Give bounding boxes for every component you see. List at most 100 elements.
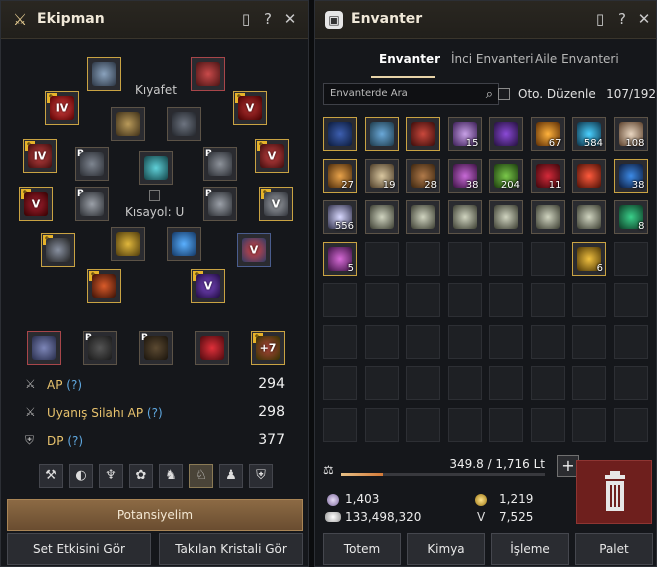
inventory-item-r1c2[interactable]: [364, 117, 399, 151]
empty-inventory-slot[interactable]: [489, 241, 523, 276]
awakening-weapon-slot[interactable]: ✎: [41, 233, 75, 267]
inventory-item-r4c7[interactable]: 6: [572, 241, 606, 276]
document-icon[interactable]: ▯: [591, 10, 609, 28]
empty-inventory-slot[interactable]: [447, 241, 482, 276]
flag-slot[interactable]: [195, 331, 229, 365]
preset-horns-icon[interactable]: ♆: [99, 464, 123, 488]
inventory-item-r3c2[interactable]: [364, 200, 399, 234]
empty-inventory-slot[interactable]: [489, 283, 523, 317]
inventory-item-r3c7[interactable]: [572, 200, 606, 234]
empty-inventory-slot[interactable]: [489, 324, 523, 359]
empty-inventory-slot[interactable]: [447, 407, 482, 442]
empty-inventory-slot[interactable]: [406, 324, 440, 359]
empty-inventory-slot[interactable]: [530, 241, 565, 276]
auto-sort-checkbox[interactable]: [498, 88, 510, 100]
inventory-titlebar[interactable]: ▣ Envanter ▯ ? ✕: [315, 1, 656, 39]
inventory-item-r1c7[interactable]: 584: [572, 117, 606, 151]
empty-inventory-slot[interactable]: [406, 407, 440, 442]
preset-horse-active-icon[interactable]: ♘: [189, 464, 213, 488]
crystal-button[interactable]: Takılan Kristali Gör: [159, 533, 303, 565]
belt-slot[interactable]: ✎V: [255, 139, 289, 173]
empty-inventory-slot[interactable]: [489, 366, 523, 400]
close-icon[interactable]: ✕: [635, 10, 653, 28]
armor-slot[interactable]: [167, 107, 201, 141]
empty-inventory-slot[interactable]: [613, 283, 648, 317]
alchemy-button[interactable]: Kimya: [407, 533, 485, 565]
inventory-item-r2c8[interactable]: 38: [613, 158, 648, 193]
empty-inventory-slot[interactable]: [613, 324, 648, 359]
costume-helmet-slot[interactable]: [87, 57, 121, 91]
inventory-item-r2c5[interactable]: 204: [489, 158, 523, 193]
inventory-item-r3c3[interactable]: [406, 200, 440, 234]
ring-slot-2[interactable]: ✎V: [259, 187, 293, 221]
empty-inventory-slot[interactable]: [323, 366, 357, 400]
empty-inventory-slot[interactable]: [406, 241, 440, 276]
inventory-item-r1c1[interactable]: [323, 117, 357, 151]
empty-inventory-slot[interactable]: [364, 366, 399, 400]
preset-person-icon[interactable]: ♟: [219, 464, 243, 488]
trash-button[interactable]: [576, 460, 652, 524]
empty-inventory-slot[interactable]: [364, 241, 399, 276]
pet-slot[interactable]: [27, 331, 61, 365]
empty-inventory-slot[interactable]: [489, 407, 523, 442]
inventory-item-r2c3[interactable]: 28: [406, 158, 440, 193]
inventory-item-r3c5[interactable]: [489, 200, 523, 234]
artifact-slot[interactable]: ✎V: [191, 269, 225, 303]
empty-inventory-slot[interactable]: [572, 283, 606, 317]
search-icon[interactable]: ⌕: [486, 85, 493, 105]
empty-inventory-slot[interactable]: [364, 283, 399, 317]
inventory-item-r3c8[interactable]: 8: [613, 200, 648, 234]
helmet-slot[interactable]: [111, 107, 145, 141]
empty-inventory-slot[interactable]: [572, 366, 606, 400]
tab-pearl-inventory[interactable]: İnci Envanteri: [451, 52, 534, 66]
inventory-search-input[interactable]: Envanterde Ara ⌕: [323, 83, 499, 105]
preset-paw-icon[interactable]: ✿: [129, 464, 153, 488]
empty-inventory-slot[interactable]: [323, 283, 357, 317]
earring-slot-1[interactable]: ✎IV: [45, 91, 79, 125]
processing-button[interactable]: İşleme: [491, 533, 569, 565]
inventory-item-r4c1[interactable]: 5: [323, 241, 357, 276]
help-button[interactable]: ?: [259, 10, 277, 28]
empty-inventory-slot[interactable]: [613, 407, 648, 442]
dp-help-icon[interactable]: (?): [67, 434, 83, 448]
palette-button[interactable]: Palet: [575, 533, 653, 565]
preset-mask-icon[interactable]: ◐: [69, 464, 93, 488]
lantern-slot[interactable]: ✎: [87, 269, 121, 303]
preset-hammer-icon[interactable]: ⚒: [39, 464, 63, 488]
help-button[interactable]: ?: [613, 10, 631, 28]
empty-inventory-slot[interactable]: [572, 324, 606, 359]
empty-inventory-slot[interactable]: [530, 366, 565, 400]
shoes-slot[interactable]: P: [203, 147, 237, 181]
inventory-item-r2c2[interactable]: 19: [364, 158, 399, 193]
awakening-ap-help-icon[interactable]: (?): [147, 406, 163, 420]
inventory-item-r1c8[interactable]: 108: [613, 117, 648, 151]
potential-button[interactable]: Potansiyelim: [7, 499, 303, 531]
set-effect-button[interactable]: Set Etkisini Gör: [7, 533, 151, 565]
empty-inventory-slot[interactable]: [364, 324, 399, 359]
tab-family-inventory[interactable]: Aile Envanteri: [535, 52, 619, 66]
empty-inventory-slot[interactable]: [364, 407, 399, 442]
empty-inventory-slot[interactable]: [447, 324, 482, 359]
inventory-item-r2c4[interactable]: 38: [447, 158, 482, 193]
empty-inventory-slot[interactable]: [447, 366, 482, 400]
empty-inventory-slot[interactable]: [530, 407, 565, 442]
inventory-item-r2c6[interactable]: 11: [530, 158, 565, 193]
empty-inventory-slot[interactable]: [323, 407, 357, 442]
preset-horse-icon[interactable]: ♞: [159, 464, 183, 488]
costume-armor-slot[interactable]: [191, 57, 225, 91]
empty-inventory-slot[interactable]: [447, 283, 482, 317]
empty-inventory-slot[interactable]: [530, 324, 565, 359]
enhance-item-slot[interactable]: ✎+7: [251, 331, 285, 365]
ap-help-icon[interactable]: (?): [66, 378, 82, 392]
equipment-titlebar[interactable]: ⚔ Ekipman ▯ ? ✕: [1, 1, 308, 39]
ring-slot-1[interactable]: ✎V: [19, 187, 53, 221]
alchemy-stone-slot[interactable]: V: [237, 233, 271, 267]
empty-inventory-slot[interactable]: [572, 407, 606, 442]
costume-weapon-slot[interactable]: [111, 227, 145, 261]
inventory-item-r3c1[interactable]: 556: [323, 200, 357, 234]
gloves-slot[interactable]: P: [75, 147, 109, 181]
inventory-item-r2c7[interactable]: [572, 158, 606, 193]
tool-slot-1[interactable]: P: [83, 331, 117, 365]
costume-center-slot[interactable]: [139, 151, 173, 185]
necklace-slot[interactable]: ✎IV: [23, 139, 57, 173]
